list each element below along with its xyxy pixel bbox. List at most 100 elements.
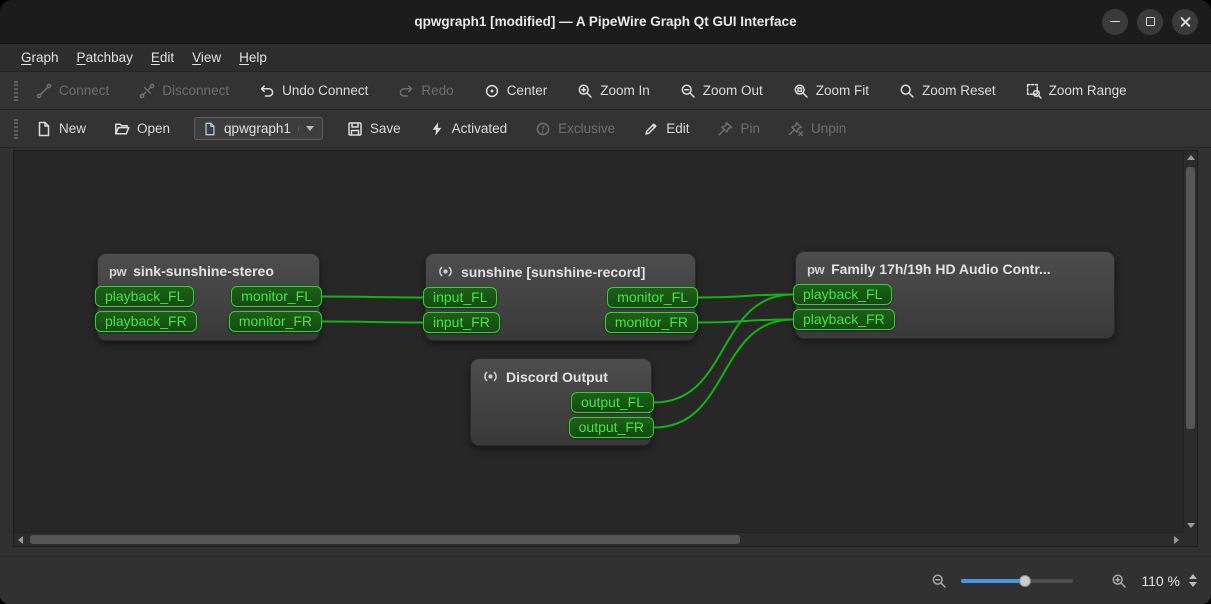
- node-family-hd-audio[interactable]: pw Family 17h/19h HD Audio Contr... play…: [795, 251, 1115, 339]
- port-input-fr[interactable]: input_FR: [423, 312, 500, 333]
- node-discord-output[interactable]: Discord Output output_FL output_FR: [470, 358, 652, 446]
- port-playback-fl[interactable]: playback_FL: [95, 286, 194, 307]
- scroll-up-icon[interactable]: [1187, 155, 1195, 160]
- scroll-right-icon[interactable]: [1174, 536, 1179, 544]
- pin-label: Pin: [740, 121, 760, 136]
- vertical-scrollbar-thumb[interactable]: [1186, 167, 1195, 429]
- zoom-fit-button[interactable]: Zoom Fit: [789, 80, 873, 102]
- open-button[interactable]: Open: [110, 118, 174, 140]
- port-output-fr[interactable]: output_FR: [569, 417, 654, 438]
- port-input-fl[interactable]: input_FL: [423, 287, 497, 308]
- statusbar-zoom-in-icon[interactable]: [1111, 573, 1127, 589]
- port-playback-fl[interactable]: playback_FL: [793, 284, 892, 305]
- zoom-reset-button[interactable]: Zoom Reset: [895, 80, 1000, 102]
- pin-button[interactable]: Pin: [713, 118, 764, 140]
- node-ports: output_FL output_FR: [471, 392, 651, 438]
- graph-toolbar: Connect Disconnect Undo Connect Redo Cen…: [0, 72, 1211, 110]
- minimize-button[interactable]: [1102, 9, 1128, 35]
- activated-toggle[interactable]: Activated: [425, 118, 512, 140]
- port-monitor-fr[interactable]: monitor_FR: [605, 312, 698, 333]
- maximize-button[interactable]: [1137, 9, 1163, 35]
- undo-connect-label: Undo Connect: [282, 83, 368, 98]
- menu-edit-rest: dit: [160, 50, 174, 65]
- close-icon: [1179, 16, 1191, 28]
- exclusive-toggle[interactable]: ƒ Exclusive: [531, 118, 619, 140]
- toolbar-drag-handle[interactable]: [14, 119, 18, 139]
- zoom-range-button[interactable]: Zoom Range: [1022, 80, 1131, 102]
- undo-connect-button[interactable]: Undo Connect: [255, 80, 372, 102]
- window-title: qpwgraph1 [modified] — A PipeWire Graph …: [414, 14, 796, 29]
- zoom-spinbox[interactable]: 110 %: [1141, 573, 1197, 589]
- zoom-fit-icon: [793, 83, 809, 99]
- app-window: qpwgraph1 [modified] — A PipeWire Graph …: [0, 0, 1211, 604]
- spin-down-icon[interactable]: [1189, 582, 1197, 587]
- close-button[interactable]: [1172, 9, 1198, 35]
- edit-toggle[interactable]: Edit: [639, 118, 693, 140]
- menu-view[interactable]: View: [183, 47, 230, 68]
- menu-help[interactable]: Help: [230, 47, 276, 68]
- zoom-in-icon: [577, 83, 593, 99]
- pipewire-icon: pw: [807, 262, 824, 277]
- redo-button[interactable]: Redo: [394, 80, 457, 102]
- zoom-reset-label: Zoom Reset: [922, 83, 996, 98]
- unpin-label: Unpin: [811, 121, 846, 136]
- toolbar-drag-handle[interactable]: [14, 81, 18, 101]
- titlebar[interactable]: qpwgraph1 [modified] — A PipeWire Graph …: [0, 0, 1211, 44]
- spin-arrows: [1189, 574, 1197, 587]
- zoom-out-button[interactable]: Zoom Out: [676, 80, 767, 102]
- save-label: Save: [370, 121, 401, 136]
- center-button[interactable]: Center: [480, 80, 552, 102]
- port-monitor-fl[interactable]: monitor_FL: [607, 287, 698, 308]
- vertical-scrollbar[interactable]: [1183, 151, 1197, 532]
- new-label: New: [59, 121, 86, 136]
- connect-button[interactable]: Connect: [32, 80, 113, 102]
- statusbar-zoom-out-icon[interactable]: [931, 573, 947, 589]
- node-header: pw Family 17h/19h HD Audio Contr...: [796, 252, 1114, 282]
- connection-wires: [14, 151, 1183, 532]
- patchbay-profile-name: qpwgraph1: [224, 121, 291, 136]
- port-monitor-fr[interactable]: monitor_FR: [229, 311, 322, 332]
- menu-help-accel: H: [239, 50, 249, 65]
- menu-graph[interactable]: Graph: [12, 47, 68, 68]
- scroll-left-icon[interactable]: [18, 536, 23, 544]
- redo-label: Redo: [421, 83, 453, 98]
- menu-graph-accel: G: [21, 50, 32, 65]
- central-area: pw sink-sunshine-stereo playback_FL play…: [0, 148, 1211, 556]
- disconnect-label: Disconnect: [162, 83, 229, 98]
- patchbay-file-icon: [203, 122, 217, 136]
- node-header: pw sink-sunshine-stereo: [98, 254, 319, 284]
- scroll-down-icon[interactable]: [1187, 523, 1195, 528]
- port-output-fl[interactable]: output_FL: [571, 392, 654, 413]
- patchbay-profile-combobox[interactable]: qpwgraph1: [194, 117, 323, 140]
- port-playback-fr[interactable]: playback_FR: [95, 311, 197, 332]
- save-button[interactable]: Save: [343, 118, 405, 140]
- port-playback-fr[interactable]: playback_FR: [793, 309, 895, 330]
- zoom-out-label: Zoom Out: [703, 83, 763, 98]
- audio-device-icon: [437, 263, 454, 280]
- menu-patchbay[interactable]: Patchbay: [68, 47, 142, 68]
- statusbar: 110 %: [0, 556, 1211, 604]
- zoom-value[interactable]: 110 %: [1141, 573, 1180, 589]
- node-sunshine-record[interactable]: sunshine [sunshine-record] input_FL inpu…: [425, 253, 696, 341]
- node-sink-sunshine-stereo[interactable]: pw sink-sunshine-stereo playback_FL play…: [97, 253, 320, 341]
- redo-icon: [398, 83, 414, 99]
- spin-up-icon[interactable]: [1189, 574, 1197, 579]
- zoom-in-button[interactable]: Zoom In: [573, 80, 654, 102]
- zoom-slider[interactable]: [961, 572, 1073, 590]
- center-icon: [484, 83, 500, 99]
- disconnect-button[interactable]: Disconnect: [135, 80, 233, 102]
- port-monitor-fl[interactable]: monitor_FL: [231, 286, 322, 307]
- graph-canvas[interactable]: pw sink-sunshine-stereo playback_FL play…: [14, 151, 1183, 532]
- node-title: Discord Output: [506, 369, 608, 385]
- audio-device-icon: [482, 368, 499, 385]
- node-title: Family 17h/19h HD Audio Contr...: [831, 261, 1051, 277]
- maximize-icon: [1146, 17, 1155, 26]
- zoom-slider-handle[interactable]: [1019, 575, 1031, 587]
- horizontal-scrollbar-thumb[interactable]: [30, 535, 740, 544]
- open-folder-icon: [114, 121, 130, 137]
- unpin-button[interactable]: Unpin: [784, 118, 850, 140]
- horizontal-scrollbar[interactable]: [14, 532, 1183, 546]
- menu-edit[interactable]: Edit: [142, 47, 183, 68]
- node-header: Discord Output: [471, 359, 651, 390]
- new-button[interactable]: New: [32, 118, 90, 140]
